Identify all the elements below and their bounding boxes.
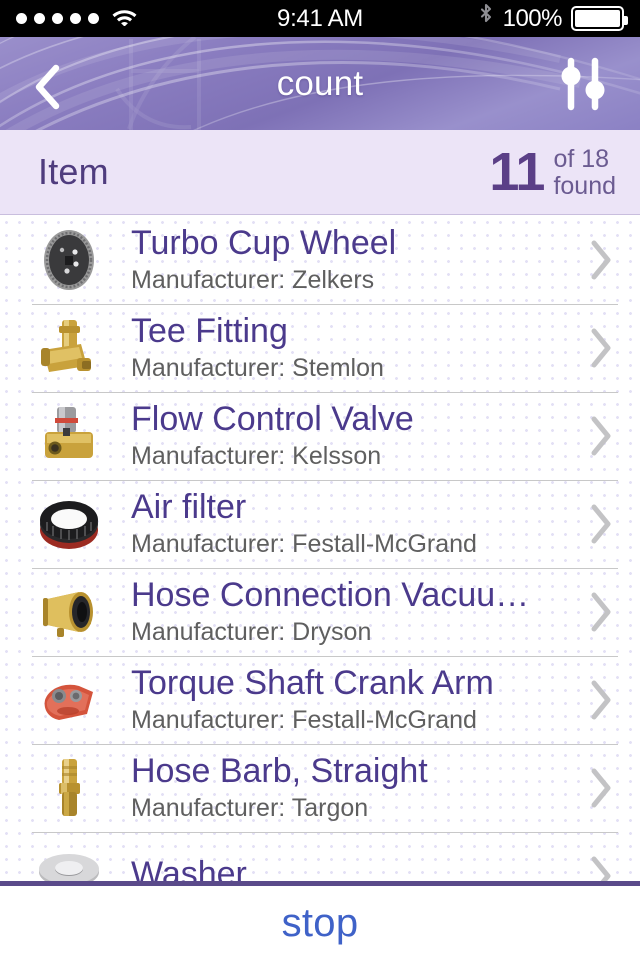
list-item-text: Air filter Manufacturer: Festall-McGrand bbox=[131, 489, 578, 559]
status-bar: 9:41 AM 100% bbox=[0, 0, 640, 37]
item-list[interactable]: Turbo Cup Wheel Manufacturer: Zelkers Te… bbox=[0, 216, 640, 881]
wifi-icon bbox=[111, 6, 138, 31]
found-count-found-label: found bbox=[553, 172, 616, 200]
phone-screen: 9:41 AM 100% count Item 11 of 18 found T… bbox=[0, 0, 640, 960]
list-item-text: Tee Fitting Manufacturer: Stemlon bbox=[131, 313, 578, 383]
list-item-text: Washer bbox=[131, 856, 578, 881]
list-item[interactable]: Washer bbox=[0, 832, 640, 881]
list-item-title: Washer bbox=[131, 855, 247, 881]
status-bar-right: 100% bbox=[478, 3, 628, 35]
list-item[interactable]: Tee Fitting Manufacturer: Stemlon bbox=[0, 304, 640, 392]
washer-thumb bbox=[33, 840, 105, 881]
chevron-right-icon[interactable] bbox=[578, 327, 624, 369]
battery-percent-label: 100% bbox=[502, 4, 563, 32]
battery-full-icon bbox=[571, 6, 628, 31]
chevron-right-icon[interactable] bbox=[578, 855, 624, 881]
list-subheader: Item 11 of 18 found bbox=[0, 130, 640, 215]
list-item[interactable]: Flow Control Valve Manufacturer: Kelsson bbox=[0, 392, 640, 480]
stop-button[interactable]: stop bbox=[282, 901, 359, 946]
list-item-text: Hose Connection Vacuu… Manufacturer: Dry… bbox=[131, 577, 578, 647]
list-item-title: Hose Connection Vacuu… bbox=[131, 577, 530, 614]
chevron-right-icon[interactable] bbox=[578, 767, 624, 809]
filter-settings-button[interactable] bbox=[552, 55, 614, 113]
list-item-manufacturer: Manufacturer: Zelkers bbox=[131, 265, 375, 294]
sliders-icon bbox=[561, 57, 605, 111]
list-item[interactable]: Turbo Cup Wheel Manufacturer: Zelkers bbox=[0, 216, 640, 304]
chevron-right-icon[interactable] bbox=[578, 591, 624, 633]
list-item-text: Turbo Cup Wheel Manufacturer: Zelkers bbox=[131, 225, 578, 295]
list-item-manufacturer: Manufacturer: Festall-McGrand bbox=[131, 529, 477, 558]
chevron-right-icon[interactable] bbox=[578, 239, 624, 281]
signal-strength-icon bbox=[16, 13, 99, 24]
list-item[interactable]: Hose Barb, Straight Manufacturer: Targon bbox=[0, 744, 640, 832]
subheader-item-label: Item bbox=[38, 151, 109, 192]
hose-barb-thumb bbox=[33, 752, 105, 824]
list-item[interactable]: Torque Shaft Crank Arm Manufacturer: Fes… bbox=[0, 656, 640, 744]
list-item-title: Torque Shaft Crank Arm bbox=[131, 665, 494, 702]
list-item-manufacturer: Manufacturer: Festall-McGrand bbox=[131, 705, 477, 734]
list-item-manufacturer: Manufacturer: Stemlon bbox=[131, 353, 384, 382]
status-bar-left bbox=[16, 6, 138, 31]
hose-connection-thumb bbox=[33, 576, 105, 648]
list-item-manufacturer: Manufacturer: Kelsson bbox=[131, 441, 382, 470]
list-item[interactable]: Hose Connection Vacuu… Manufacturer: Dry… bbox=[0, 568, 640, 656]
found-count-detail: of 18 found bbox=[553, 144, 616, 200]
list-item-title: Tee Fitting bbox=[131, 313, 288, 350]
page-title: count bbox=[276, 63, 364, 103]
crank-arm-thumb bbox=[33, 664, 105, 736]
list-item-text: Flow Control Valve Manufacturer: Kelsson bbox=[131, 401, 578, 471]
list-item-manufacturer: Manufacturer: Dryson bbox=[131, 617, 372, 646]
air-filter-thumb bbox=[33, 488, 105, 560]
chevron-right-icon[interactable] bbox=[578, 679, 624, 721]
brass-tee-fitting-thumb bbox=[33, 312, 105, 384]
list-item-manufacturer: Manufacturer: Targon bbox=[131, 793, 369, 822]
list-item-title: Turbo Cup Wheel bbox=[131, 225, 397, 262]
grinding-wheel-thumb bbox=[33, 224, 105, 296]
nav-bar: count bbox=[0, 37, 640, 130]
list-item-title: Flow Control Valve bbox=[131, 401, 414, 438]
chevron-right-icon[interactable] bbox=[578, 503, 624, 545]
list-item-title: Hose Barb, Straight bbox=[131, 753, 428, 790]
flow-control-valve-thumb bbox=[33, 400, 105, 472]
list-item[interactable]: Air filter Manufacturer: Festall-McGrand bbox=[0, 480, 640, 568]
list-item-text: Torque Shaft Crank Arm Manufacturer: Fes… bbox=[131, 665, 578, 735]
found-count-number: 11 bbox=[489, 142, 545, 202]
bluetooth-icon bbox=[478, 3, 494, 35]
found-count-total: of 18 bbox=[553, 145, 610, 173]
footer-toolbar: stop bbox=[0, 881, 640, 960]
chevron-right-icon[interactable] bbox=[578, 415, 624, 457]
list-item-title: Air filter bbox=[131, 489, 247, 526]
found-count: 11 of 18 found bbox=[489, 144, 616, 200]
list-item-text: Hose Barb, Straight Manufacturer: Targon bbox=[131, 753, 578, 823]
